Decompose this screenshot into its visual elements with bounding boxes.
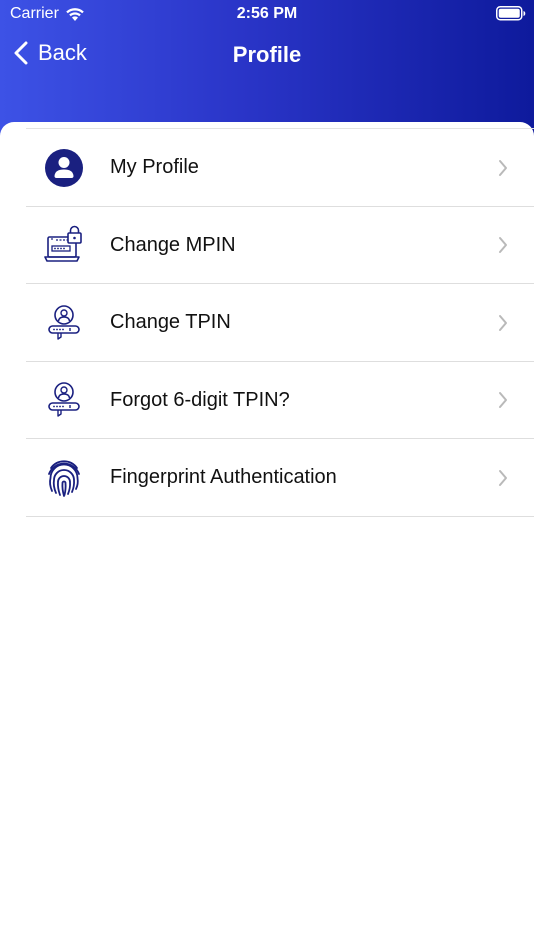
menu-item-label: My Profile: [110, 156, 199, 179]
navigation-bar: Back Profile: [0, 36, 534, 74]
user-password-icon: [44, 303, 84, 343]
back-label: Back: [38, 40, 87, 65]
battery-icon: [496, 6, 526, 26]
menu-list: My Profile Change MPIN Change TPIN Forgo…: [0, 129, 534, 517]
chevron-right-icon: [499, 237, 507, 254]
menu-item-my-profile[interactable]: My Profile: [0, 129, 534, 207]
menu-item-change-tpin[interactable]: Change TPIN: [0, 284, 534, 362]
menu-item-label: Forgot 6-digit TPIN?: [110, 388, 290, 411]
menu-item-label: Change MPIN: [110, 233, 236, 256]
back-button[interactable]: Back: [14, 40, 87, 66]
menu-item-label: Fingerprint Authentication: [110, 466, 337, 489]
chevron-right-icon: [499, 469, 507, 486]
menu-item-fingerprint-authentication[interactable]: Fingerprint Authentication: [0, 439, 534, 517]
user-profile-icon: [44, 148, 84, 188]
content-sheet: My Profile Change MPIN Change TPIN Forgo…: [0, 122, 534, 950]
chevron-right-icon: [499, 314, 507, 331]
chevron-right-icon: [499, 392, 507, 409]
chevron-right-icon: [499, 159, 507, 176]
fingerprint-icon: [44, 458, 84, 498]
status-time: 2:56 PM: [236, 5, 298, 22]
user-password-icon: [44, 380, 84, 420]
status-bar: Carrier 2:56 PM: [0, 0, 534, 28]
menu-item-label: Change TPIN: [110, 311, 231, 334]
menu-item-forgot-tpin[interactable]: Forgot 6-digit TPIN?: [0, 362, 534, 440]
laptop-lock-icon: [44, 225, 84, 265]
menu-item-change-mpin[interactable]: Change MPIN: [0, 207, 534, 285]
chevron-left-icon: [14, 41, 28, 65]
